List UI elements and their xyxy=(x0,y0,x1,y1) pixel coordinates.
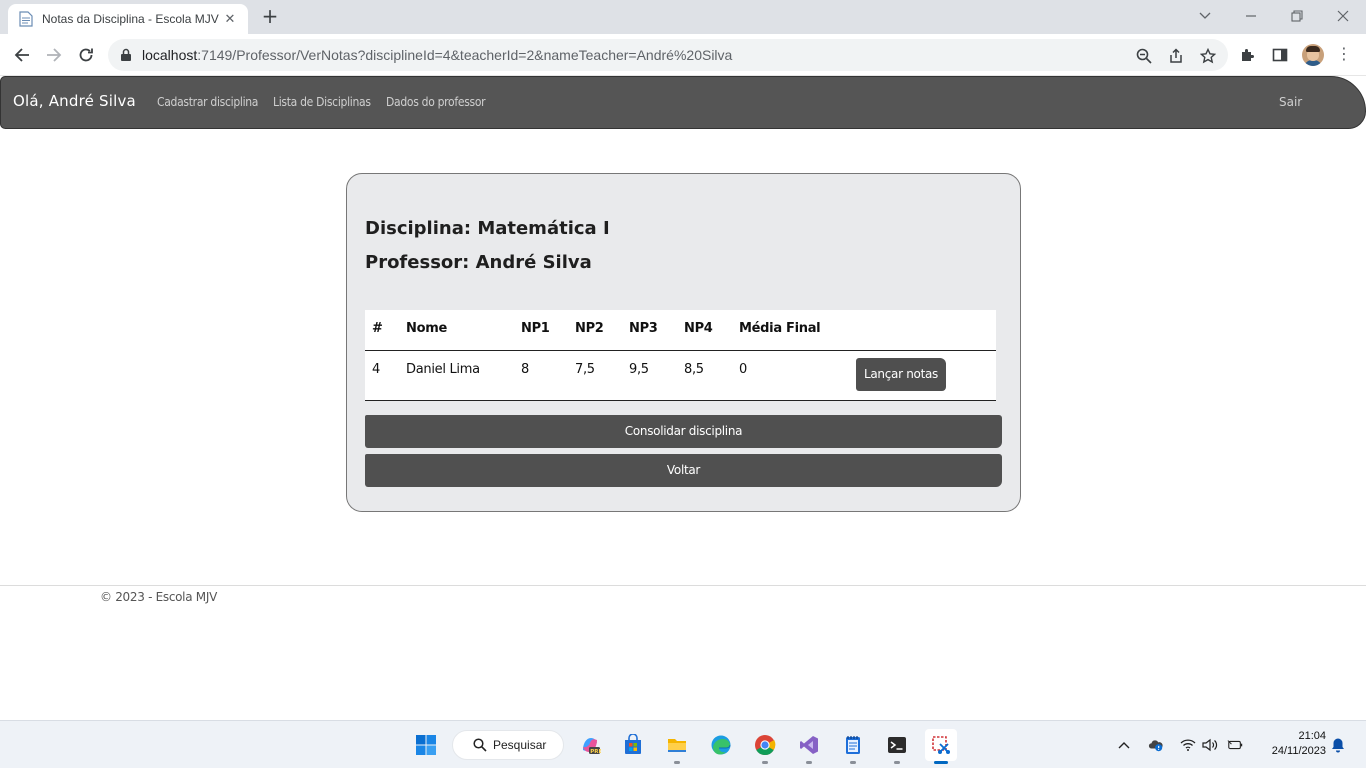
avatar-hair xyxy=(1306,46,1320,52)
header-np1: NP1 xyxy=(521,321,550,336)
header-nome: Nome xyxy=(406,321,447,336)
running-indicator xyxy=(934,761,948,764)
header-id: # xyxy=(372,321,383,336)
running-indicator xyxy=(850,761,856,764)
nav-link-lista-disciplinas[interactable]: Lista de Disciplinas xyxy=(273,95,371,109)
onedrive-sync-icon[interactable] xyxy=(1148,737,1164,753)
wifi-icon[interactable] xyxy=(1180,737,1196,753)
chevron-up-icon[interactable] xyxy=(1116,737,1132,753)
side-panel-icon[interactable] xyxy=(1271,46,1289,64)
table-row: 4 Daniel Lima 8 7,5 9,5 8,5 0 Lançar not… xyxy=(365,351,996,401)
notepad-icon[interactable] xyxy=(837,729,869,764)
table-header-row: # Nome NP1 NP2 NP3 NP4 Média Final xyxy=(365,310,996,351)
voltar-button[interactable]: Voltar xyxy=(365,454,1002,487)
consolidar-disciplina-button[interactable]: Consolidar disciplina xyxy=(365,415,1002,448)
more-menu-icon[interactable]: ⋮ xyxy=(1336,46,1352,64)
lock-icon[interactable] xyxy=(120,48,134,62)
profile-avatar[interactable] xyxy=(1302,44,1324,66)
edge-browser-icon[interactable] xyxy=(705,729,737,761)
close-window-icon[interactable] xyxy=(1320,2,1366,30)
nav-link-dados-professor[interactable]: Dados do professor xyxy=(386,95,486,109)
zoom-icon[interactable] xyxy=(1135,47,1153,65)
minimize-icon[interactable] xyxy=(1228,2,1274,30)
battery-icon[interactable] xyxy=(1227,737,1243,753)
file-explorer-icon[interactable] xyxy=(661,729,693,764)
extensions-puzzle-icon[interactable] xyxy=(1239,46,1257,64)
url-path: :7149/Professor/VerNotas?disciplineId=4&… xyxy=(197,47,733,63)
footer-copyright: © 2023 - Escola MJV xyxy=(100,590,217,604)
search-icon xyxy=(473,738,487,752)
taskbar-search[interactable]: Pesquisar xyxy=(452,730,564,760)
brand-greeting[interactable]: Olá, André Silva xyxy=(13,92,136,110)
terminal-icon[interactable] xyxy=(881,729,913,764)
cell-media-final: 0 xyxy=(739,362,747,377)
browser-toolbar: localhost:7149/Professor/VerNotas?discip… xyxy=(0,34,1366,76)
taskbar-search-label: Pesquisar xyxy=(493,738,547,752)
back-arrow-icon[interactable] xyxy=(10,43,34,67)
svg-text:PRE: PRE xyxy=(590,749,601,755)
logout-link[interactable]: Sair xyxy=(1279,95,1302,109)
tab-close-icon[interactable]: ✕ xyxy=(222,12,238,27)
restore-icon[interactable] xyxy=(1274,2,1320,30)
header-np2: NP2 xyxy=(575,321,604,336)
teacher-title: Professor: André Silva xyxy=(365,252,592,273)
address-bar[interactable]: localhost:7149/Professor/VerNotas?discip… xyxy=(108,39,1228,71)
notification-bell-icon[interactable] xyxy=(1330,737,1346,753)
copilot-icon[interactable]: PRE xyxy=(574,729,606,761)
volume-icon[interactable] xyxy=(1202,737,1218,753)
windows-taskbar: Pesquisar PRE 21:04 24/11/2023 xyxy=(0,720,1366,768)
browser-tab[interactable]: Notas da Disciplina - Escola MJV ✕ xyxy=(8,4,248,34)
browser-tabstrip: Notas da Disciplina - Escola MJV ✕ + xyxy=(0,0,1366,34)
url-host: localhost xyxy=(142,47,198,63)
reload-icon[interactable] xyxy=(74,43,98,67)
visual-studio-icon[interactable] xyxy=(793,729,825,764)
cell-np2: 7,5 xyxy=(575,362,595,377)
chevron-down-icon[interactable] xyxy=(1182,2,1228,30)
page-footer: © 2023 - Escola MJV xyxy=(0,585,1366,625)
forward-arrow-icon[interactable] xyxy=(42,43,66,67)
chrome-browser-icon[interactable] xyxy=(749,729,781,764)
cell-id: 4 xyxy=(372,362,380,377)
site-navbar: Olá, André Silva Cadastrar disciplina Li… xyxy=(0,76,1366,129)
running-indicator xyxy=(674,761,680,764)
bookmark-star-icon[interactable] xyxy=(1199,47,1217,65)
microsoft-store-icon[interactable] xyxy=(617,729,649,761)
lancar-notas-button[interactable]: Lançar notas xyxy=(856,358,946,391)
snipping-tool-icon[interactable] xyxy=(925,729,957,764)
share-icon[interactable] xyxy=(1167,47,1185,65)
tab-title: Notas da Disciplina - Escola MJV xyxy=(42,12,219,26)
clock-time: 21:04 xyxy=(1298,730,1326,742)
cell-np3: 9,5 xyxy=(629,362,649,377)
running-indicator xyxy=(762,761,768,764)
system-clock[interactable]: 21:04 24/11/2023 xyxy=(1256,729,1326,759)
url-text[interactable]: localhost:7149/Professor/VerNotas?discip… xyxy=(142,47,732,63)
document-icon xyxy=(18,11,34,27)
cell-nome: Daniel Lima xyxy=(406,362,480,377)
discipline-title: Disciplina: Matemática I xyxy=(365,218,610,239)
nav-link-cadastrar-disciplina[interactable]: Cadastrar disciplina xyxy=(157,95,258,109)
grades-card: Disciplina: Matemática I Professor: Andr… xyxy=(346,173,1021,512)
header-np4: NP4 xyxy=(684,321,713,336)
running-indicator xyxy=(894,761,900,764)
clock-date: 24/11/2023 xyxy=(1271,745,1326,757)
windows-start-icon[interactable] xyxy=(410,729,442,761)
running-indicator xyxy=(806,761,812,764)
new-tab-icon[interactable]: + xyxy=(258,5,282,29)
header-np3: NP3 xyxy=(629,321,658,336)
cell-np4: 8,5 xyxy=(684,362,704,377)
cell-np1: 8 xyxy=(521,362,529,377)
header-media-final: Média Final xyxy=(739,321,821,336)
grades-table: # Nome NP1 NP2 NP3 NP4 Média Final 4 Dan… xyxy=(365,310,996,401)
